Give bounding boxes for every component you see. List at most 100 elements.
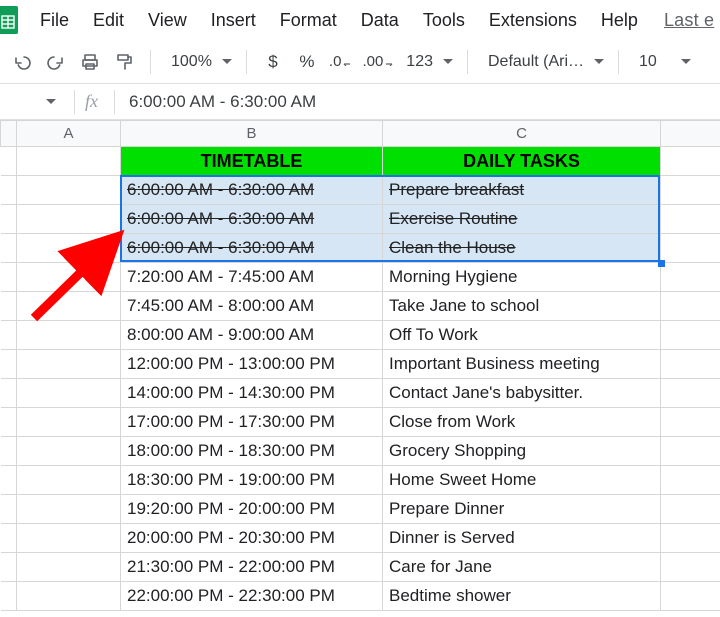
daily-tasks-header-cell[interactable]: DAILY TASKS [383, 147, 661, 176]
row-header[interactable] [1, 524, 17, 553]
row-header[interactable] [1, 408, 17, 437]
row-header[interactable] [1, 437, 17, 466]
print-button[interactable] [74, 46, 106, 78]
timetable-cell[interactable]: 14:00:00 PM - 14:30:00 PM [121, 379, 383, 408]
cell[interactable] [661, 176, 720, 205]
undo-button[interactable] [6, 46, 38, 78]
task-cell[interactable]: Close from Work [383, 408, 661, 437]
font-family-dropdown[interactable]: Default (Ari… [478, 46, 608, 78]
cell[interactable] [17, 263, 121, 292]
cell[interactable] [661, 205, 720, 234]
select-all-corner[interactable] [1, 121, 17, 147]
timetable-cell[interactable]: 17:00:00 PM - 17:30:00 PM [121, 408, 383, 437]
task-cell[interactable]: Bedtime shower [383, 582, 661, 611]
cell[interactable] [17, 176, 121, 205]
cell[interactable] [661, 292, 720, 321]
task-cell[interactable]: Prepare breakfast [383, 176, 661, 205]
task-cell[interactable]: Off To Work [383, 321, 661, 350]
task-cell[interactable]: Contact Jane's babysitter. [383, 379, 661, 408]
cell[interactable] [17, 466, 121, 495]
cell[interactable] [17, 205, 121, 234]
timetable-cell[interactable]: 6:00:00 AM - 6:30:00 AM [121, 176, 383, 205]
column-header-d[interactable] [661, 121, 720, 147]
redo-button[interactable] [40, 46, 72, 78]
row-header[interactable] [1, 292, 17, 321]
task-cell[interactable]: Clean the House [383, 234, 661, 263]
row-header[interactable] [1, 379, 17, 408]
timetable-cell[interactable]: 6:00:00 AM - 6:30:00 AM [121, 234, 383, 263]
cell[interactable] [17, 495, 121, 524]
task-cell[interactable]: Important Business meeting [383, 350, 661, 379]
cell[interactable] [17, 553, 121, 582]
menu-help[interactable]: Help [589, 4, 650, 37]
timetable-header-cell[interactable]: TIMETABLE [121, 147, 383, 176]
cell[interactable] [661, 350, 720, 379]
format-currency-button[interactable]: $ [257, 46, 289, 78]
menu-format[interactable]: Format [268, 4, 349, 37]
menu-file[interactable]: File [28, 4, 81, 37]
row-header[interactable] [1, 234, 17, 263]
task-cell[interactable]: Take Jane to school [383, 292, 661, 321]
timetable-cell[interactable]: 7:20:00 AM - 7:45:00 AM [121, 263, 383, 292]
row-header[interactable] [1, 466, 17, 495]
cell[interactable] [661, 582, 720, 611]
cell[interactable] [661, 408, 720, 437]
row-header[interactable] [1, 205, 17, 234]
timetable-cell[interactable]: 22:00:00 PM - 22:30:00 PM [121, 582, 383, 611]
paint-format-button[interactable] [108, 46, 140, 78]
cell[interactable] [17, 379, 121, 408]
task-cell[interactable]: Home Sweet Home [383, 466, 661, 495]
task-cell[interactable]: Care for Jane [383, 553, 661, 582]
menu-edit[interactable]: Edit [81, 4, 136, 37]
cell[interactable] [661, 495, 720, 524]
cell[interactable] [17, 234, 121, 263]
spreadsheet-grid[interactable]: A B C TIMETABLEDAILY TASKS6:00:00 AM - 6… [0, 120, 720, 617]
cell[interactable] [661, 524, 720, 553]
cell[interactable] [661, 379, 720, 408]
font-size-dropdown[interactable]: 10 [629, 46, 695, 78]
cell[interactable] [17, 292, 121, 321]
cell[interactable] [17, 147, 121, 176]
cell[interactable] [17, 321, 121, 350]
last-edit-link[interactable]: Last e [664, 10, 714, 31]
cell[interactable] [661, 553, 720, 582]
column-header-c[interactable]: C [383, 121, 661, 147]
timetable-cell[interactable]: 20:00:00 PM - 20:30:00 PM [121, 524, 383, 553]
cell[interactable] [661, 321, 720, 350]
timetable-cell[interactable]: 19:20:00 PM - 20:00:00 PM [121, 495, 383, 524]
cell[interactable] [17, 437, 121, 466]
task-cell[interactable]: Exercise Routine [383, 205, 661, 234]
timetable-cell[interactable]: 12:00:00 PM - 13:00:00 PM [121, 350, 383, 379]
timetable-cell[interactable]: 8:00:00 AM - 9:00:00 AM [121, 321, 383, 350]
task-cell[interactable]: Dinner is Served [383, 524, 661, 553]
menu-tools[interactable]: Tools [411, 4, 477, 37]
timetable-cell[interactable]: 7:45:00 AM - 8:00:00 AM [121, 292, 383, 321]
cell[interactable] [661, 437, 720, 466]
cell[interactable] [17, 582, 121, 611]
zoom-dropdown[interactable]: 100% [161, 46, 236, 78]
cell[interactable] [661, 466, 720, 495]
name-box[interactable] [0, 99, 64, 104]
timetable-cell[interactable]: 6:00:00 AM - 6:30:00 AM [121, 205, 383, 234]
menu-extensions[interactable]: Extensions [477, 4, 589, 37]
column-header-a[interactable]: A [17, 121, 121, 147]
menu-insert[interactable]: Insert [199, 4, 268, 37]
timetable-cell[interactable]: 21:30:00 PM - 22:00:00 PM [121, 553, 383, 582]
timetable-cell[interactable]: 18:30:00 PM - 19:00:00 PM [121, 466, 383, 495]
cell[interactable] [17, 524, 121, 553]
row-header[interactable] [1, 147, 17, 176]
cell[interactable] [661, 234, 720, 263]
row-header[interactable] [1, 176, 17, 205]
row-header[interactable] [1, 582, 17, 611]
cell[interactable] [661, 263, 720, 292]
format-percent-button[interactable]: % [291, 46, 323, 78]
formula-input[interactable]: 6:00:00 AM - 6:30:00 AM [129, 92, 316, 112]
menu-view[interactable]: View [136, 4, 199, 37]
timetable-cell[interactable]: 18:00:00 PM - 18:30:00 PM [121, 437, 383, 466]
row-header[interactable] [1, 350, 17, 379]
row-header[interactable] [1, 321, 17, 350]
cell[interactable] [17, 408, 121, 437]
cell[interactable] [17, 350, 121, 379]
row-header[interactable] [1, 263, 17, 292]
task-cell[interactable]: Morning Hygiene [383, 263, 661, 292]
